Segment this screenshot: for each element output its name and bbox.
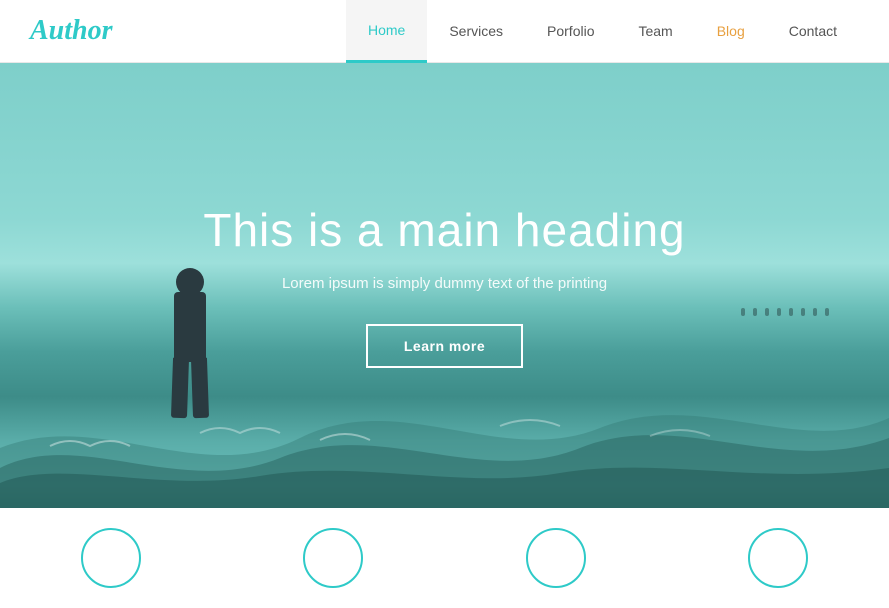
circle-icon-4: [748, 528, 808, 588]
nav-link-blog[interactable]: Blog: [695, 0, 767, 63]
nav-link-home[interactable]: Home: [346, 0, 427, 63]
circle-icon-3: [526, 528, 586, 588]
hero-title: This is a main heading: [203, 203, 685, 257]
learn-more-button[interactable]: Learn more: [366, 324, 523, 368]
bottom-section: [0, 508, 889, 608]
site-logo[interactable]: Author: [30, 15, 346, 47]
hero-subtitle: Lorem ipsum is simply dummy text of the …: [282, 275, 607, 292]
nav-link-services[interactable]: Services: [427, 0, 525, 63]
circle-icon-1: [81, 528, 141, 588]
nav-links: Home Services Porfolio Team Blog Contact: [346, 0, 859, 63]
nav-link-contact[interactable]: Contact: [767, 0, 859, 63]
circle-icon-2: [303, 528, 363, 588]
nav-link-team[interactable]: Team: [616, 0, 694, 63]
navbar: Author Home Services Porfolio Team Blog …: [0, 0, 889, 63]
hero-content: This is a main heading Lorem ipsum is si…: [0, 63, 889, 508]
nav-link-porfolio[interactable]: Porfolio: [525, 0, 616, 63]
hero-section: This is a main heading Lorem ipsum is si…: [0, 63, 889, 508]
